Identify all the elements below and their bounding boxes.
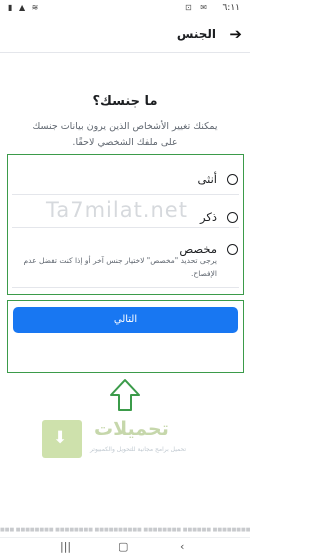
radio-female[interactable] [227,174,238,185]
watermark: Ta7milat.net [46,198,188,222]
page-title: الجنس [176,27,216,41]
system-nav-bar: ||| ▢ ‹ [0,537,250,556]
back-icon[interactable]: ‹ [180,540,184,553]
status-icons-right: ⊡ ✉ [185,3,210,12]
app-header: ➔ الجنس [0,18,250,53]
option-female-label: أنثى [197,172,217,186]
download-icon: ⬇ [53,428,68,448]
divider [12,287,239,288]
divider [12,227,239,228]
arrow-right-icon[interactable]: ➔ [229,25,242,43]
gender-options-group: أنثى ذكر مخصص يرجى تحديد "مخصص" لاختيار … [7,154,244,295]
home-icon[interactable]: ▢ [118,540,128,553]
status-bar: ▮ ▲ ≋ ⊡ ✉ ٦:١١ [0,0,250,18]
option-female[interactable]: أنثى [8,165,243,193]
divider [12,194,239,195]
ta7milat-logo: ⬇ تحميلات تحميل برامج مجانية للتحويل وال… [42,418,212,462]
option-male-label: ذكر [200,210,217,224]
gender-question: ما جنسك؟ [92,94,158,109]
logo-tagline: تحميل برامج مجانية للتحويل والكمبيوتر [90,446,187,453]
recents-icon[interactable]: ||| [60,540,71,553]
next-button-highlight: التالي [7,300,244,373]
up-arrow-icon [110,379,140,411]
logo-name: تحميلات [94,418,169,440]
logo-box: ⬇ [42,420,82,458]
bottom-ticker-text: ■■■ ■■■■■■■■ ■■■■■■■■ ■■■■■■■■■■ ■■■■■■■… [0,527,250,533]
custom-hint: يرجى تحديد "مخصص" لاختيار جنس آخر أو إذا… [23,256,218,278]
status-icons-left: ▮ ▲ ≋ [8,3,41,12]
gender-description: يمكنك تغيير الأشخاص الذين يرون بيانات جن… [32,121,218,148]
next-button[interactable]: التالي [13,307,238,333]
status-time: ٦:١١ [222,3,240,13]
radio-custom[interactable] [227,244,238,255]
radio-male[interactable] [227,212,238,223]
